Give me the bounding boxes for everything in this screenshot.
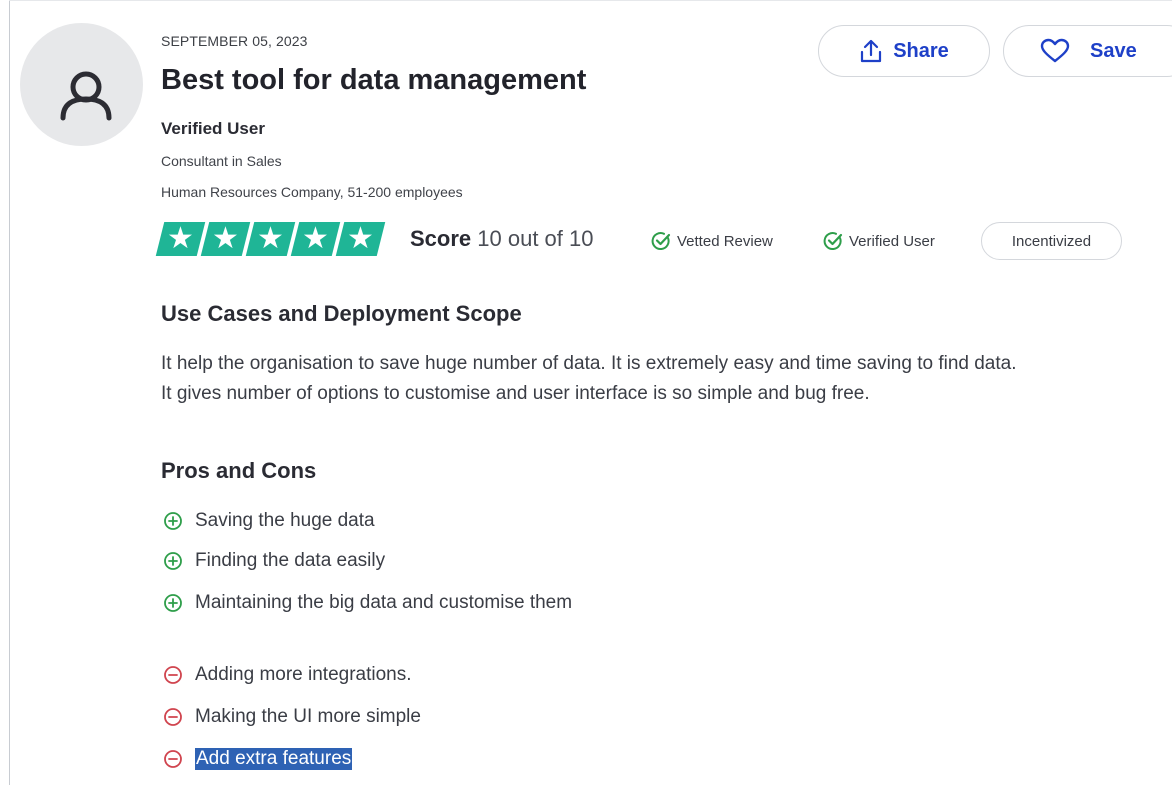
avatar [20,23,143,146]
verified-user-label: Verified User [849,232,935,250]
con-item: Adding more integrations. [163,664,412,686]
share-icon [861,39,882,63]
score: Score 10 out of 10 [410,226,594,252]
reviewer-company: Human Resources Company, 51-200 employee… [161,184,463,200]
incentivized-badge[interactable]: Incentivized [981,222,1122,260]
reviewer-name: Verified User [161,119,265,138]
pro-text: Finding the data easily [195,550,386,571]
share-button-label: Share [893,39,949,62]
plus-circle-icon [164,512,182,530]
review-date: SEPTEMBER 05, 2023 [161,33,308,49]
vetted-review-label: Vetted Review [677,232,773,250]
check-circle-icon [823,232,843,251]
verified-user-badge: Verified User [823,231,935,251]
score-label: Score [410,226,472,251]
star-icon: ★ [155,222,206,256]
pro-item: Finding the data easily [163,550,385,572]
frame-border-top [9,0,1172,1]
vetted-review-badge: Vetted Review [651,231,773,251]
frame-border-left [9,0,10,785]
con-item: Making the UI more simple [163,706,421,728]
use-cases-line: It gives number of options to customise … [161,383,870,404]
star-icon: ★ [245,222,296,256]
save-button-label: Save [1090,39,1137,62]
star-icon: ★ [335,222,386,256]
con-text: Adding more integrations. [195,664,412,685]
score-value: 10 out of 10 [477,226,594,251]
star-rating: ★ ★ ★ ★ ★ [155,222,386,256]
reviewer-role: Consultant in Sales [161,153,282,169]
minus-circle-icon [164,666,182,684]
minus-circle-icon [164,750,182,768]
minus-circle-icon [164,708,182,726]
star-icon: ★ [200,222,251,256]
con-item: Add extra features [163,748,353,770]
check-circle-icon [651,232,671,251]
save-button[interactable]: Save [1003,25,1172,77]
con-text: Making the UI more simple [195,706,421,727]
pros-cons-heading: Pros and Cons [161,458,317,483]
pro-item: Saving the huge data [163,510,375,532]
review-title: Best tool for data management [161,64,587,96]
con-text-selected: Add extra features [195,748,353,770]
use-cases-heading: Use Cases and Deployment Scope [161,301,522,326]
plus-circle-icon [164,594,182,612]
pro-text: Saving the huge data [195,510,375,531]
star-icon: ★ [290,222,341,256]
pro-item: Maintaining the big data and customise t… [163,592,572,614]
use-cases-line: It help the organisation to save huge nu… [161,353,1017,374]
plus-circle-icon [164,552,182,570]
use-cases-text: It help the organisation to save huge nu… [161,349,1172,409]
share-button[interactable]: Share [818,25,990,77]
user-icon [60,71,112,121]
pro-text: Maintaining the big data and customise t… [195,592,573,613]
heart-icon [1040,38,1070,63]
